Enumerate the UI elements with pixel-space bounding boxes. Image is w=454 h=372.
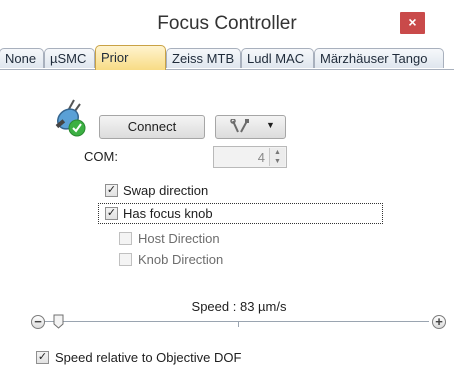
spinner-arrows[interactable]: ▲ ▼ bbox=[269, 148, 285, 166]
spinner-down-icon[interactable]: ▼ bbox=[270, 157, 285, 166]
has-focus-knob-label: Has focus knob bbox=[123, 206, 213, 221]
tab-marzhauser-tango[interactable]: Märzhäuser Tango bbox=[314, 48, 444, 68]
wrench-screwdriver-icon bbox=[230, 119, 249, 133]
spinner-up-icon[interactable]: ▲ bbox=[270, 148, 285, 157]
connected-device-icon bbox=[55, 99, 86, 137]
host-direction-label: Host Direction bbox=[138, 231, 220, 246]
speed-slider-thumb[interactable] bbox=[53, 314, 64, 329]
host-direction-checkbox[interactable] bbox=[119, 232, 132, 245]
speed-slider-track[interactable] bbox=[37, 321, 429, 322]
tab-usmc[interactable]: µSMC bbox=[44, 48, 95, 68]
window-title: Focus Controller bbox=[157, 13, 297, 34]
knob-direction-label: Knob Direction bbox=[138, 252, 224, 267]
speed-slider-tick bbox=[238, 322, 239, 327]
close-button[interactable]: × bbox=[400, 12, 425, 34]
connect-button[interactable]: Connect bbox=[99, 115, 205, 139]
speed-label: Speed : 83 µm/s bbox=[191, 299, 287, 314]
com-port-value: 4 bbox=[257, 150, 265, 165]
plus-circle-icon[interactable]: + bbox=[432, 315, 446, 329]
chevron-down-icon: ▼ bbox=[266, 120, 275, 130]
knob-direction-checkbox[interactable] bbox=[119, 253, 132, 266]
title-bar: Focus Controller × bbox=[0, 0, 454, 42]
tools-dropdown-button[interactable]: ▼ bbox=[215, 115, 286, 139]
tab-ludl-mac[interactable]: Ludl MAC bbox=[241, 48, 314, 68]
com-label: COM: bbox=[84, 149, 118, 164]
swap-direction-label: Swap direction bbox=[123, 183, 209, 198]
tab-none[interactable]: None bbox=[0, 48, 44, 68]
swap-direction-checkbox[interactable]: ✓ bbox=[105, 184, 118, 197]
speed-relative-checkbox[interactable]: ✓ bbox=[36, 351, 49, 364]
tab-zeiss-mtb[interactable]: Zeiss MTB bbox=[166, 48, 241, 68]
has-focus-knob-checkbox[interactable]: ✓ bbox=[105, 207, 118, 220]
speed-relative-label: Speed relative to Objective DOF bbox=[55, 350, 242, 365]
tab-prior[interactable]: Prior bbox=[95, 45, 166, 70]
minus-circle-icon[interactable]: − bbox=[31, 315, 45, 329]
com-port-spinner[interactable]: 4 ▲ ▼ bbox=[213, 146, 287, 168]
